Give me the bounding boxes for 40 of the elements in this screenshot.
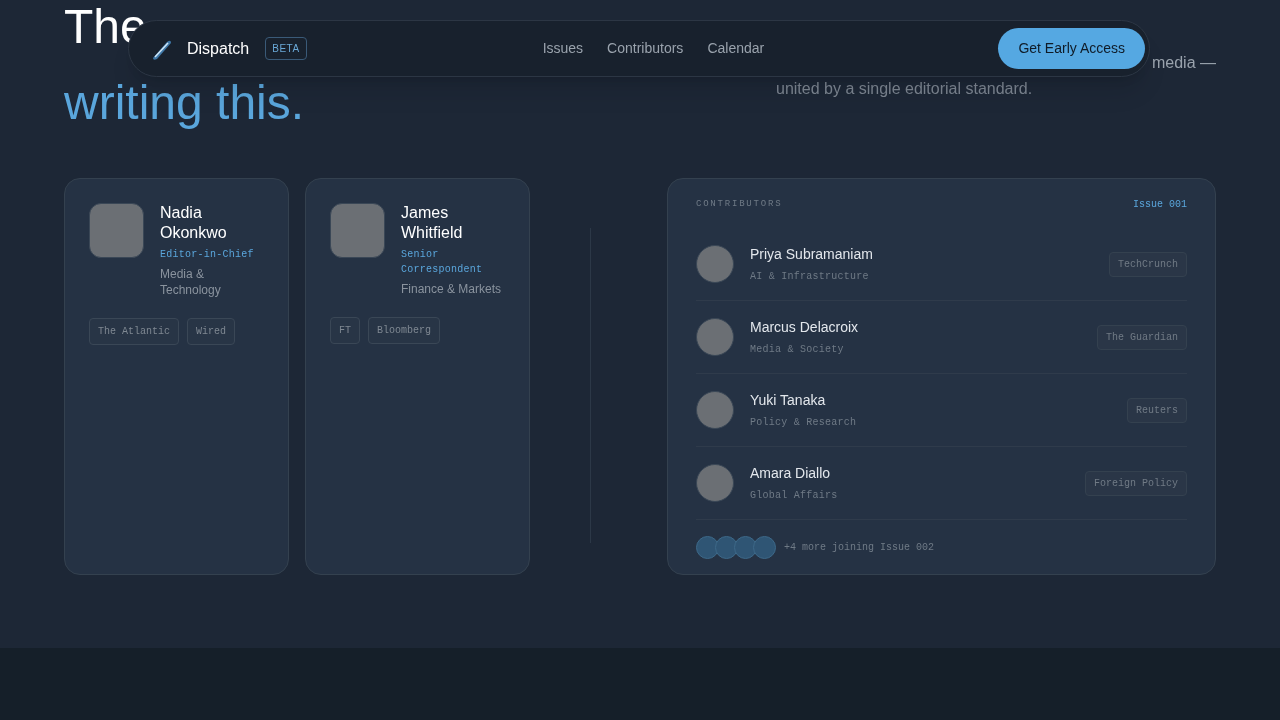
contributor-beat: Global Affairs	[749, 489, 838, 503]
nav-link[interactable]: Issues	[542, 38, 584, 59]
person-role: Editor-in-Chief	[160, 248, 255, 262]
person-beat: Finance & Markets	[401, 281, 503, 297]
early-access-button[interactable]: Get Early Access	[998, 28, 1145, 69]
brand-name: Dispatch	[187, 38, 250, 59]
heading-line: writing this.	[64, 78, 305, 128]
outlet-tag: Reuters	[1127, 397, 1187, 423]
person-name: James Whitfield	[401, 203, 464, 243]
person-beat: Media & Technology	[160, 266, 222, 298]
outlet-tag: Bloomberg	[368, 317, 441, 344]
intro-text: media —	[1151, 53, 1216, 73]
section-label: CONTRIBUTORS	[695, 197, 783, 211]
more-contributors-text: +4 more joining Issue 002	[783, 541, 934, 555]
contributor-beat: AI & Infrastructure	[749, 270, 870, 284]
photo-placeholder	[330, 203, 385, 258]
photo-placeholder	[89, 203, 144, 258]
avatar-placeholder	[695, 391, 734, 429]
outlet-tag: Wired	[187, 318, 236, 345]
outlet-tag: Foreign Policy	[1085, 470, 1187, 496]
person-role: Senior Correspondent	[401, 248, 484, 277]
nav-link[interactable]: Calendar	[707, 38, 765, 59]
avatar-placeholder	[695, 318, 734, 356]
beta-badge: BETA	[265, 37, 307, 60]
contributor-name: Priya Subramaniam	[749, 245, 873, 264]
outlet-tag: The Guardian	[1097, 324, 1187, 350]
outlet-tag: FT	[330, 317, 360, 344]
contributor-name: Amara Diallo	[749, 464, 832, 483]
nav-link[interactable]: Contributors	[607, 38, 684, 59]
issue-label: Issue 001	[1133, 198, 1187, 212]
contributor-name: Yuki Tanaka	[749, 391, 827, 410]
contributor-beat: Media & Society	[749, 343, 845, 357]
avatar-placeholder	[695, 464, 734, 502]
outlet-tag: TechCrunch	[1109, 251, 1187, 277]
person-name: Nadia Okonkwo	[160, 203, 228, 243]
outlet-tag: The Atlantic	[89, 318, 179, 345]
contributor-beat: Policy & Research	[749, 416, 857, 430]
contributor-name: Marcus Delacroix	[749, 318, 859, 337]
intro-text: united by a single editorial standard.	[776, 79, 1033, 99]
avatar-placeholder	[695, 245, 734, 283]
